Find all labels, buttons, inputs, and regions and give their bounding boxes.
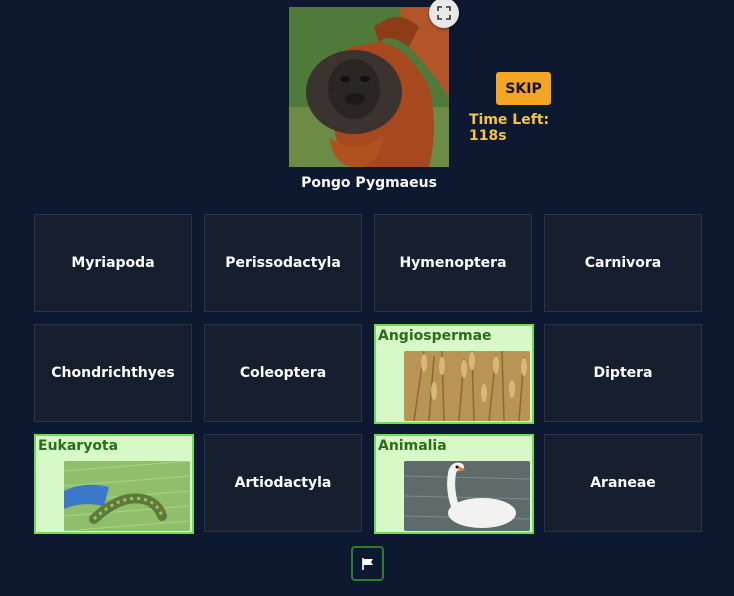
fullscreen-icon xyxy=(437,6,451,20)
tile-label: Araneae xyxy=(590,475,656,491)
wheat-field-photo xyxy=(404,351,530,421)
flag-button[interactable] xyxy=(351,546,384,581)
subject-image xyxy=(289,7,449,167)
tile-label: Hymenoptera xyxy=(399,255,507,271)
tile-label: Animalia xyxy=(378,438,447,454)
skip-button[interactable]: SKIP xyxy=(496,72,551,105)
tile-eukaryota[interactable]: Eukaryota xyxy=(34,434,194,534)
game-screen: Pongo Pygmaeus SKIP Time Left: 118s Myri… xyxy=(0,0,734,596)
tile-hymenoptera[interactable]: Hymenoptera xyxy=(374,214,532,312)
tile-label: Artiodactyla xyxy=(234,475,332,491)
flag-icon xyxy=(361,557,373,570)
subject-name: Pongo Pygmaeus xyxy=(301,175,437,191)
tile-label: Diptera xyxy=(593,365,653,381)
orangutan-photo xyxy=(289,7,449,167)
tile-label: Perissodactyla xyxy=(225,255,341,271)
tile-animalia[interactable]: Animalia xyxy=(374,434,534,534)
tile-label: Eukaryota xyxy=(38,438,119,454)
tile-angiospermae[interactable]: Angiospermae xyxy=(374,324,534,424)
fullscreen-button[interactable] xyxy=(429,0,459,28)
tile-carnivora[interactable]: Carnivora xyxy=(544,214,702,312)
tile-coleoptera[interactable]: Coleoptera xyxy=(204,324,362,422)
time-left-text: Time Left: 118s xyxy=(469,112,550,144)
tile-label: Coleoptera xyxy=(239,365,327,381)
tile-diptera[interactable]: Diptera xyxy=(544,324,702,422)
tile-araneae[interactable]: Araneae xyxy=(544,434,702,532)
tile-label: Myriapoda xyxy=(71,255,155,271)
tile-label: Chondrichthyes xyxy=(51,365,175,381)
caterpillar-photo xyxy=(64,461,190,531)
swan-photo xyxy=(404,461,530,531)
tile-chondrichthyes[interactable]: Chondrichthyes xyxy=(34,324,192,422)
tile-label: Carnivora xyxy=(584,255,662,271)
tile-myriapoda[interactable]: Myriapoda xyxy=(34,214,192,312)
tile-artiodactyla[interactable]: Artiodactyla xyxy=(204,434,362,532)
tile-label: Angiospermae xyxy=(378,328,492,344)
tile-perissodactyla[interactable]: Perissodactyla xyxy=(204,214,362,312)
